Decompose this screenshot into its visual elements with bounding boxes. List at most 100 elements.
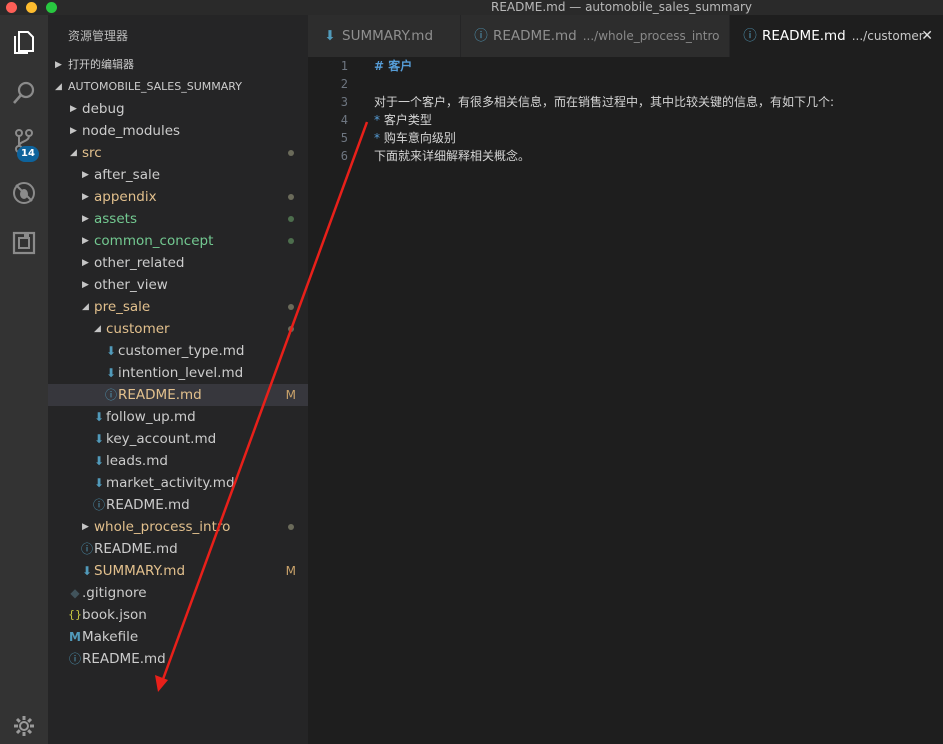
tab-readme-whole-process[interactable]: ⓘ README.md .../whole_process_intro (461, 15, 729, 57)
line-number: 6 (340, 149, 348, 163)
file-tree: ▶ debug ▶ node_modules ◢ src ▶ after_sale ▶ appen… (48, 98, 308, 670)
settings-gear-icon[interactable] (9, 711, 39, 741)
tree-file-item[interactable]: ⬇ market_activity.md (48, 472, 308, 494)
search-icon[interactable] (9, 78, 39, 108)
markdown-icon: ⬇ (324, 28, 336, 44)
markdown-file-icon: ⬇ (93, 454, 105, 468)
info-file-icon: ⓘ (104, 388, 117, 402)
editor-line[interactable]: 5 * 购车意向级别 (308, 129, 943, 147)
tree-folder-item[interactable]: ▶ other_view (48, 274, 308, 296)
extensions-icon[interactable] (9, 228, 39, 258)
chevron-down-icon[interactable]: ◢ (70, 142, 80, 164)
tree-folder-item[interactable]: ▶ node_modules (48, 120, 308, 142)
makefile-icon: M (69, 630, 81, 644)
activity-bar: 14 (0, 15, 48, 744)
tree-item-label: book.json (82, 607, 147, 623)
tree-item-label: SUMMARY.md (94, 563, 186, 579)
info-file-icon: ⓘ (68, 652, 81, 666)
window-title: README.md — automobile_sales_summary (491, 0, 752, 14)
tree-folder-item[interactable]: ▶ appendix (48, 186, 308, 208)
tree-folder-item[interactable]: ▶ after_sale (48, 164, 308, 186)
tree-item-label: leads.md (106, 453, 168, 469)
editor-line[interactable]: 6 下面就来详细解释相关概念。 (308, 147, 943, 165)
editor-line[interactable]: 1 # 客户 (308, 57, 943, 75)
chevron-right-icon[interactable]: ▶ (82, 208, 92, 230)
info-icon: ⓘ (474, 28, 488, 44)
git-status-dot (288, 150, 294, 156)
git-file-icon: ◆ (70, 586, 80, 600)
tree-file-item[interactable]: ⬇ SUMMARY.md M (48, 560, 308, 582)
close-tab-icon[interactable]: ✕ (921, 15, 933, 57)
git-status-dot (288, 194, 294, 200)
tree-file-item[interactable]: ⓘ README.md (48, 648, 308, 670)
git-status-dot (288, 524, 294, 530)
tree-item-label: debug (82, 101, 125, 117)
tree-item-label: follow_up.md (106, 409, 196, 425)
editor-line[interactable]: 4 * 客户类型 (308, 111, 943, 129)
tree-file-item[interactable]: ⬇ follow_up.md (48, 406, 308, 428)
tree-item-label: other_related (94, 255, 185, 271)
tab-readme-customer[interactable]: ⓘ README.md .../customer ✕ (730, 15, 943, 57)
tree-item-label: README.md (118, 387, 202, 403)
tree-file-item[interactable]: ⬇ key_account.md (48, 428, 308, 450)
tree-file-item[interactable]: ◆ .gitignore (48, 582, 308, 604)
git-status-dot (288, 304, 294, 310)
tree-file-item[interactable]: ⬇ intention_level.md (48, 362, 308, 384)
chevron-right-icon[interactable]: ▶ (82, 516, 92, 538)
tree-file-item[interactable]: ⓘ README.md (48, 538, 308, 560)
tree-item-label: whole_process_intro (94, 519, 231, 535)
editor-line[interactable]: 2 (308, 75, 943, 93)
tree-item-label: assets (94, 211, 137, 227)
tab-summary[interactable]: ⬇ SUMMARY.md (308, 15, 460, 57)
tree-item-label: other_view (94, 277, 168, 293)
tree-item-label: README.md (82, 651, 166, 667)
markdown-heading: # 客户 (374, 59, 413, 73)
tree-folder-item[interactable]: ▶ debug (48, 98, 308, 120)
chevron-right-icon[interactable]: ▶ (82, 274, 92, 296)
info-file-icon: ⓘ (80, 542, 93, 556)
project-section[interactable]: ◢ AUTOMOBILE_SALES_SUMMARY (48, 76, 308, 98)
markdown-file-icon: ⬇ (81, 564, 93, 578)
info-icon: ⓘ (743, 28, 757, 44)
text-editor[interactable]: 1 # 客户 2 3 对于一个客户，有很多相关信息，而在销售过程中，其中比较关键的信息，… (308, 57, 943, 744)
chevron-down-icon[interactable]: ◢ (82, 296, 92, 318)
tree-folder-item[interactable]: ◢ pre_sale (48, 296, 308, 318)
tree-file-item[interactable]: M Makefile (48, 626, 308, 648)
tree-folder-item[interactable]: ▶ common_concept (48, 230, 308, 252)
tree-item-label: customer_type.md (118, 343, 245, 359)
chevron-right-icon[interactable]: ▶ (70, 98, 80, 120)
chevron-right-icon[interactable]: ▶ (70, 120, 80, 142)
tree-item-label: customer (106, 321, 170, 337)
editor-line[interactable]: 3 对于一个客户，有很多相关信息，而在销售过程中，其中比较关键的信息，有如下几个: (308, 93, 943, 111)
chevron-right-icon[interactable]: ▶ (82, 252, 92, 274)
debug-icon[interactable] (9, 178, 39, 208)
tree-folder-item[interactable]: ▶ assets (48, 208, 308, 230)
tree-file-item[interactable]: ⓘ README.md (48, 494, 308, 516)
explorer-icon[interactable] (9, 28, 39, 58)
chevron-down-icon[interactable]: ◢ (94, 318, 104, 340)
tree-file-item[interactable]: ⬇ leads.md (48, 450, 308, 472)
tree-folder-item[interactable]: ◢ customer (48, 318, 308, 340)
git-status-badge: M (285, 564, 296, 578)
git-status-dot (288, 216, 294, 222)
chevron-right-icon[interactable]: ▶ (82, 186, 92, 208)
tree-item-label: .gitignore (82, 585, 147, 601)
tree-item-label: common_concept (94, 233, 214, 249)
tree-file-item[interactable]: {} book.json (48, 604, 308, 626)
tree-file-item[interactable]: ⓘ README.md M (48, 384, 308, 406)
open-editors-section[interactable]: ▶ 打开的编辑器 (48, 54, 308, 76)
line-number: 3 (340, 95, 348, 109)
tree-folder-item[interactable]: ▶ other_related (48, 252, 308, 274)
markdown-file-icon: ⬇ (105, 344, 117, 358)
line-number: 5 (340, 131, 348, 145)
markdown-file-icon: ⬇ (93, 476, 105, 490)
chevron-right-icon[interactable]: ▶ (82, 164, 92, 186)
scm-count-badge: 14 (17, 146, 39, 162)
chevron-right-icon[interactable]: ▶ (82, 230, 92, 252)
paragraph-text: 对于一个客户，有很多相关信息，而在销售过程中，其中比较关键的信息，有如下几个: (374, 95, 835, 109)
tree-folder-item[interactable]: ◢ src (48, 142, 308, 164)
list-item-text: 购车意向级别 (383, 131, 456, 145)
tree-folder-item[interactable]: ▶ whole_process_intro (48, 516, 308, 538)
tree-file-item[interactable]: ⬇ customer_type.md (48, 340, 308, 362)
json-file-icon: {} (68, 608, 82, 621)
